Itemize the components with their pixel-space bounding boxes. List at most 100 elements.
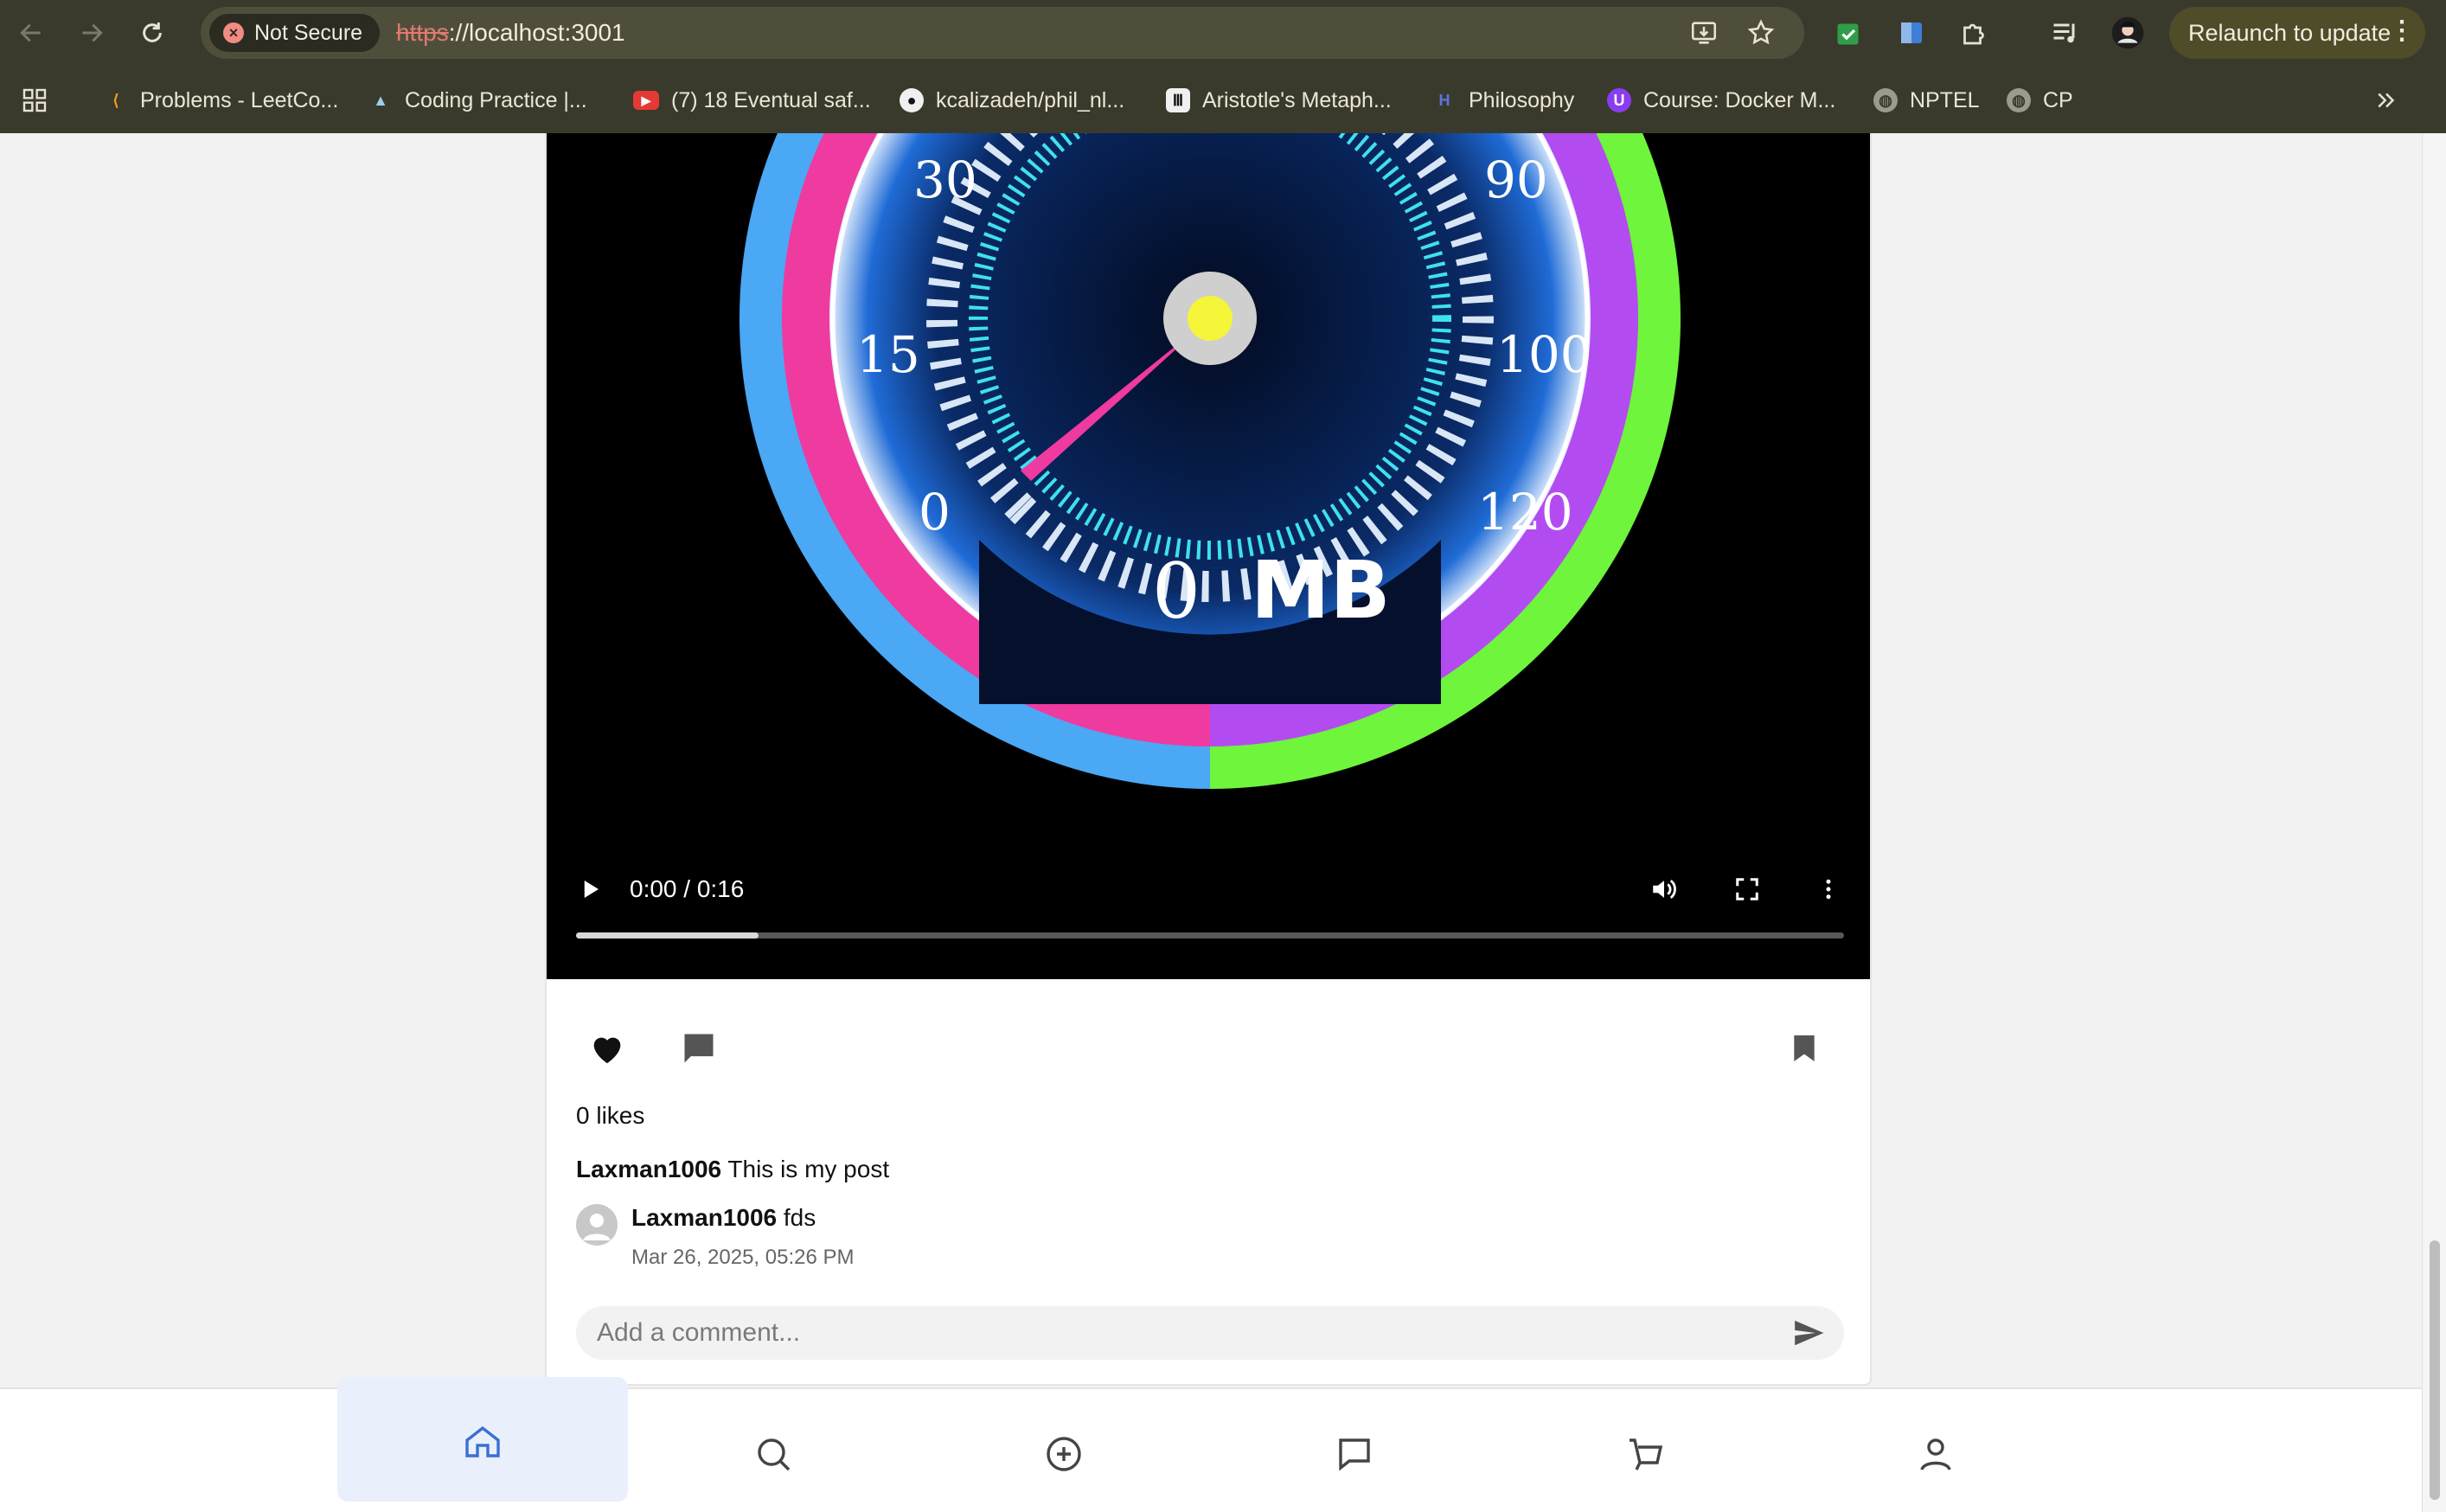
arrow-right-icon bbox=[82, 23, 103, 42]
url-text[interactable]: https://localhost:3001 bbox=[396, 7, 625, 59]
back-button[interactable] bbox=[10, 12, 52, 54]
extension-blue-button[interactable] bbox=[1894, 16, 1929, 50]
user-placeholder-icon bbox=[583, 1214, 611, 1240]
bookmark-label: NPTEL bbox=[1910, 87, 1980, 112]
gauge-label-30: 30 bbox=[913, 151, 977, 209]
reload-button[interactable] bbox=[131, 12, 173, 54]
nav-profile[interactable] bbox=[1790, 1377, 2081, 1502]
comment-icon bbox=[684, 1034, 714, 1063]
post-caption: Laxman1006 This is my post bbox=[576, 1156, 889, 1183]
heart-icon bbox=[593, 1037, 621, 1064]
save-button[interactable] bbox=[1780, 1024, 1828, 1073]
forward-button[interactable] bbox=[71, 12, 112, 54]
leetcode-icon: ⟨ bbox=[112, 91, 119, 109]
extension-check-icon bbox=[1837, 23, 1859, 45]
volume-button[interactable] bbox=[1645, 870, 1683, 908]
volume-icon bbox=[1653, 879, 1676, 900]
bookmark-label: kcalizadeh/phil_nl... bbox=[936, 87, 1125, 112]
gauge-label-100: 100 bbox=[1496, 325, 1592, 384]
bookmark-icon bbox=[1794, 1035, 1815, 1061]
profile-avatar-button[interactable] bbox=[2110, 16, 2145, 50]
menu-dots-icon: ⋮ bbox=[2389, 16, 2415, 45]
video-time: 0:00 / 0:16 bbox=[630, 875, 745, 902]
h-icon: H bbox=[1438, 91, 1450, 109]
bookmark-item[interactable]: ◍ CP bbox=[2007, 85, 2073, 116]
play-button[interactable] bbox=[571, 870, 609, 908]
install-app-button[interactable] bbox=[1688, 17, 1719, 48]
nav-messages[interactable] bbox=[1209, 1377, 1500, 1502]
comment-input[interactable] bbox=[597, 1306, 1756, 1360]
bookmark-item[interactable]: ⟨ Problems - LeetCo... bbox=[104, 85, 338, 116]
post-actions bbox=[547, 1024, 1870, 1076]
video-progress-fill bbox=[576, 932, 759, 939]
bottom-navigation bbox=[0, 1377, 2422, 1512]
bookmark-item[interactable]: ◍ NPTEL bbox=[1873, 85, 1980, 116]
reload-icon bbox=[143, 22, 162, 42]
comment-avatar[interactable] bbox=[576, 1204, 618, 1246]
profile-icon bbox=[1920, 1438, 1951, 1470]
extension-blue-icon bbox=[1901, 22, 1922, 43]
bookmark-label: Course: Docker M... bbox=[1643, 87, 1836, 112]
fullscreen-button[interactable] bbox=[1728, 870, 1766, 908]
caption-author[interactable]: Laxman1006 bbox=[576, 1156, 721, 1182]
send-comment-button[interactable] bbox=[1790, 1315, 1827, 1351]
nav-shop[interactable] bbox=[1500, 1377, 1790, 1502]
relaunch-label: Relaunch to update bbox=[2188, 19, 2392, 46]
video-player[interactable]: 30 15 0 90 100 120 0 MB 0:00 / 0:16 bbox=[547, 133, 1870, 979]
bookmark-label: Aristotle's Metaph... bbox=[1202, 87, 1392, 112]
bookmark-item[interactable]: ● kcalizadeh/phil_nl... bbox=[900, 85, 1124, 116]
gauge-label-120: 120 bbox=[1477, 483, 1573, 541]
video-menu-button[interactable] bbox=[1809, 870, 1847, 908]
youtube-icon: ▶ bbox=[633, 91, 659, 110]
add-circle-icon bbox=[1047, 1437, 1081, 1471]
like-button[interactable] bbox=[583, 1024, 631, 1073]
globe-icon: ◍ bbox=[2007, 88, 2031, 112]
home-icon bbox=[465, 1426, 500, 1458]
comment-body: Laxman1006 fds bbox=[631, 1204, 816, 1232]
bookmark-item[interactable]: ▲ Coding Practice |... bbox=[368, 85, 587, 116]
not-secure-icon: × bbox=[223, 22, 244, 43]
bookmark-label: Problems - LeetCo... bbox=[140, 87, 339, 112]
nav-home[interactable] bbox=[337, 1377, 628, 1502]
nav-create[interactable] bbox=[919, 1377, 1209, 1502]
video-controls: 0:00 / 0:16 bbox=[547, 860, 1870, 979]
puzzle-icon bbox=[1963, 23, 1984, 45]
video-progress-bar[interactable] bbox=[576, 932, 1844, 939]
gauge-label-0: 0 bbox=[919, 483, 951, 541]
bookmark-item[interactable]: U Course: Docker M... bbox=[1607, 85, 1835, 116]
comment-author[interactable]: Laxman1006 bbox=[631, 1204, 777, 1231]
extension-green-button[interactable] bbox=[1832, 16, 1867, 50]
address-bar[interactable]: × Not Secure https://localhost:3001 bbox=[201, 7, 1804, 59]
page-scrollbar[interactable] bbox=[2422, 133, 2446, 1512]
comment-text: fds bbox=[783, 1204, 816, 1231]
bookmark-item[interactable]: Ⅲ Aristotle's Metaph... bbox=[1166, 85, 1392, 116]
search-icon bbox=[758, 1438, 791, 1471]
apps-button[interactable] bbox=[21, 85, 48, 116]
library-icon: Ⅲ bbox=[1166, 88, 1190, 112]
relaunch-update-button[interactable]: Relaunch to update ⋮ bbox=[2169, 7, 2425, 59]
course-icon: U bbox=[1607, 88, 1631, 112]
security-chip[interactable]: × Not Secure bbox=[209, 14, 381, 52]
bookmark-star-button[interactable] bbox=[1745, 17, 1777, 48]
playlist-icon bbox=[2053, 23, 2075, 43]
gauge-label-15: 15 bbox=[856, 325, 920, 384]
security-chip-label: Not Secure bbox=[254, 20, 363, 45]
comment-button[interactable] bbox=[675, 1024, 723, 1073]
media-control-button[interactable] bbox=[2048, 16, 2083, 50]
add-comment-bar bbox=[576, 1306, 1844, 1360]
comment-item: Laxman1006 fds Mar 26, 2025, 05:26 PM bbox=[576, 1204, 1354, 1282]
fullscreen-icon bbox=[1736, 878, 1758, 900]
bookmark-item[interactable]: ▶ (7) 18 Eventual saf... bbox=[633, 85, 871, 116]
scrollbar-thumb[interactable] bbox=[2430, 1240, 2440, 1500]
gauge-readout-unit: MB bbox=[1251, 544, 1391, 637]
extensions-button[interactable] bbox=[1956, 16, 1991, 50]
apps-grid-icon bbox=[22, 88, 47, 112]
arrow-left-icon bbox=[20, 23, 41, 42]
message-icon bbox=[1339, 1438, 1370, 1471]
mountain-icon: ▲ bbox=[373, 91, 388, 109]
avatar-icon bbox=[2111, 16, 2144, 49]
more-bookmarks-button[interactable] bbox=[2373, 85, 2399, 116]
nav-search[interactable] bbox=[628, 1377, 919, 1502]
app-page: 30 15 0 90 100 120 0 MB 0:00 / 0:16 0 li… bbox=[0, 133, 2446, 1512]
bookmark-item[interactable]: H Philosophy bbox=[1432, 85, 1575, 116]
